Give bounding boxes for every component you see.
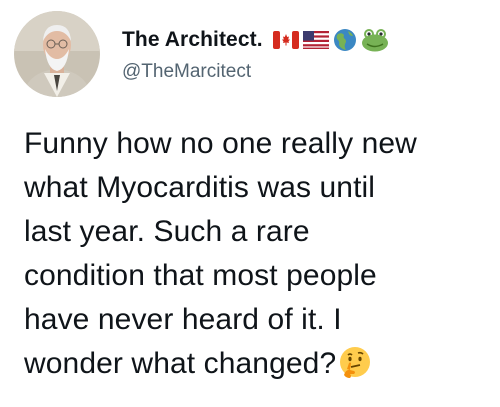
tweet-line: condition that most people: [24, 259, 377, 292]
display-name[interactable]: The Architect.: [122, 28, 263, 52]
tweet-line: wonder what changed?: [24, 347, 337, 380]
usa-flag-icon: [302, 31, 329, 49]
display-name-row: The Architect.: [122, 25, 393, 55]
tweet-card: The Architect. @TheMarcitect Funny how n…: [0, 0, 500, 407]
tweet-line: what Myocarditis was until: [24, 171, 376, 204]
tweet-last-line: wonder what changed?: [24, 342, 494, 392]
tweet-line: have never heard of it. I: [24, 303, 342, 336]
tweet-line: last year. Such a rare: [24, 215, 310, 248]
name-emojis: [272, 28, 393, 52]
avatar[interactable]: [14, 11, 100, 97]
globe-americas-icon: [333, 28, 357, 52]
canada-flag-icon: [272, 31, 299, 49]
tweet-text: Funny how no one really new what Myocard…: [24, 122, 494, 392]
tweet-header: The Architect. @TheMarcitect: [14, 11, 393, 97]
author-names: The Architect. @TheMarcitect: [122, 25, 393, 83]
author-handle[interactable]: @TheMarcitect: [122, 61, 393, 83]
frog-face-icon: [361, 28, 389, 52]
tweet-line: Funny how no one really new: [24, 127, 417, 160]
thinking-face-icon: [338, 345, 372, 392]
